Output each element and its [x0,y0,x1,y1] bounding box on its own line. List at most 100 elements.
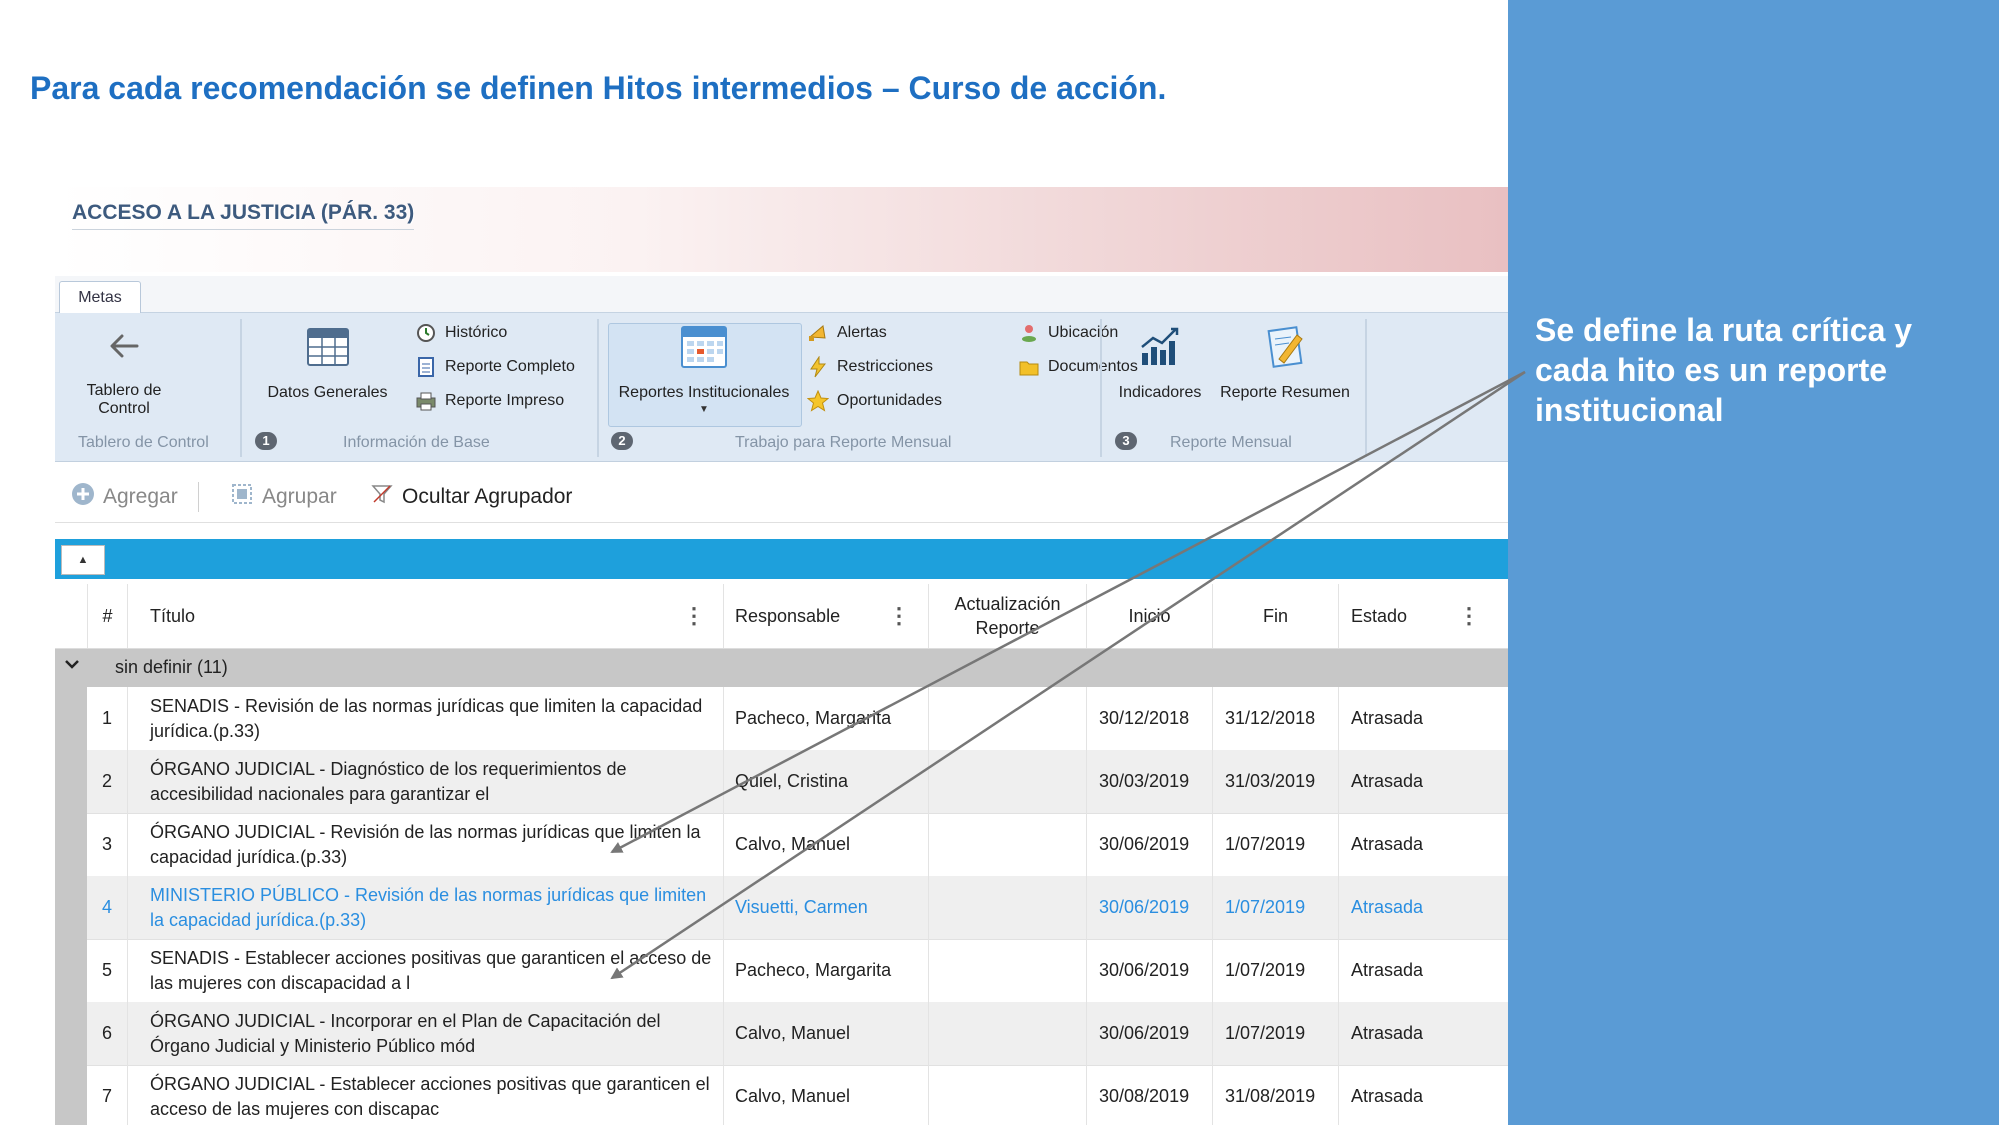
table-row[interactable]: 5 SENADIS - Establecer acciones positiva… [87,939,1508,1003]
column-header-num[interactable]: # [87,584,127,648]
arrow-left-icon [61,323,187,374]
row-title[interactable]: ÓRGANO JUDICIAL - Establecer acciones po… [127,1065,723,1125]
column-header-actualizacion-line2: Reporte [975,618,1040,638]
column-header-titulo[interactable]: Título ⋮ [127,584,723,648]
reporte-completo-button[interactable]: Reporte Completo [415,356,575,378]
ocultar-agrupador-label: Ocultar Agrupador [402,485,573,508]
row-fin: 31/12/2018 [1212,687,1338,750]
bar-chart-icon [1110,323,1210,376]
row-number: 4 [101,897,112,917]
row-number: 5 [101,960,112,980]
lightning-icon [807,355,829,378]
row-inicio: 30/12/2018 [1086,687,1212,750]
row-estado: Atrasada [1338,813,1498,876]
reporte-resumen-button[interactable]: Reporte Resumen [1212,323,1358,402]
row-number: 2 [101,771,112,791]
table-row[interactable]: 1 SENADIS - Revisión de las normas juríd… [87,687,1508,751]
column-header-titulo-label: Título [150,605,196,626]
column-header-responsable-label: Responsable [735,605,841,626]
page-title: ACCESO A LA JUSTICIA (PÁR. 33) [72,201,415,230]
row-inicio: 30/03/2019 [1086,750,1212,813]
row-inicio: 30/06/2019 [1086,813,1212,876]
column-header-estado[interactable]: Estado ⋮ [1338,584,1498,648]
indicadores-button[interactable]: Indicadores [1110,323,1210,402]
row-title[interactable]: ÓRGANO JUDICIAL - Revisión de las normas… [127,813,723,876]
column-menu-icon[interactable]: ⋮ [683,603,705,629]
reportes-institucionales-button[interactable]: Reportes Institucionales ▼ [608,323,800,415]
row-inicio: 30/06/2019 [1086,876,1212,939]
row-fin: 31/08/2019 [1212,1065,1338,1125]
column-header-actualizacion[interactable]: Actualización Reporte [928,584,1086,648]
chevron-down-icon[interactable] [63,655,81,678]
group-row-label: sin definir (11) [115,657,228,677]
row-responsable: Calvo, Manuel [723,1065,928,1125]
row-actualizacion [928,687,1086,750]
row-responsable: Visuetti, Carmen [723,876,928,939]
row-fin: 31/03/2019 [1212,750,1338,813]
reporte-impreso-button[interactable]: Reporte Impreso [415,390,564,412]
oportunidades-button[interactable]: Oportunidades [806,389,942,412]
ubicacion-button[interactable]: Ubicación [1018,322,1118,344]
row-title[interactable]: ÓRGANO JUDICIAL - Diagnóstico de los req… [127,750,723,813]
table-row[interactable]: 3 ÓRGANO JUDICIAL - Revisión de las norm… [87,813,1508,877]
row-estado: Atrasada [1338,939,1498,1002]
row-responsable: Calvo, Manuel [723,813,928,876]
reportes-institucionales-label: Reportes Institucionales [618,384,790,401]
agrupar-label: Agrupar [262,485,337,508]
agrupar-button[interactable]: Agrupar [230,482,337,512]
column-header-responsable[interactable]: Responsable ⋮ [723,584,928,648]
table-row[interactable]: 2 ÓRGANO JUDICIAL - Diagnóstico de los r… [87,750,1508,814]
star-icon [806,389,830,412]
column-header-fin[interactable]: Fin [1212,584,1338,648]
row-title[interactable]: ÓRGANO JUDICIAL - Incorporar en el Plan … [127,1002,723,1065]
reporte-completo-label: Reporte Completo [445,358,575,375]
row-inicio: 30/06/2019 [1086,939,1212,1002]
column-header-inicio[interactable]: Inicio [1086,584,1212,648]
table-grid-icon [260,323,395,376]
row-title[interactable]: SENADIS - Revisión de las normas jurídic… [127,687,723,750]
column-menu-icon[interactable]: ⋮ [888,603,910,629]
dropdown-caret-icon: ▼ [699,404,709,415]
ocultar-agrupador-button[interactable]: Ocultar Agrupador [370,482,572,512]
datos-generales-button[interactable]: Datos Generales [260,323,395,402]
row-responsable: Pacheco, Margarita [723,687,928,750]
tab-metas[interactable]: Metas [59,281,141,313]
row-actualizacion [928,939,1086,1002]
caret-up-icon[interactable]: ▲ [61,545,105,575]
slide-title: Para cada recomendación se definen Hitos… [30,70,1167,106]
alertas-label: Alertas [837,324,887,341]
historico-button[interactable]: Histórico [415,322,507,344]
row-actualizacion [928,876,1086,939]
ribbon: Tablero de Control Tablero de Control Da… [55,313,1508,462]
app-header: ACCESO A LA JUSTICIA (PÁR. 33) [55,187,1508,272]
group-icon [230,482,254,512]
row-actualizacion [928,1065,1086,1125]
app-window: ACCESO A LA JUSTICIA (PÁR. 33) Metas Tab… [55,187,1508,1125]
table-row[interactable]: 6 ÓRGANO JUDICIAL - Incorporar en el Pla… [87,1002,1508,1066]
agregar-button[interactable]: Agregar [71,482,178,512]
group-badge-3: 3 [1115,432,1137,450]
row-title[interactable]: MINISTERIO PÚBLICO - Revisión de las nor… [127,876,723,939]
tablero-de-control-label: Tablero de Control [86,382,162,417]
group-row[interactable]: sin definir (11) [55,649,1508,687]
row-estado: Atrasada [1338,1002,1498,1065]
group-label-tablero: Tablero de Control [78,434,209,451]
row-responsable: Calvo, Manuel [723,1002,928,1065]
group-badge-1: 1 [255,432,277,450]
table-header: # Título ⋮ Responsable ⋮ Actualización R… [55,584,1508,649]
table-row-selected[interactable]: 4 MINISTERIO PÚBLICO - Revisión de las n… [87,876,1508,940]
ribbon-divider [597,319,599,457]
row-estado: Atrasada [1338,750,1498,813]
restricciones-button[interactable]: Restricciones [807,355,933,378]
column-menu-icon[interactable]: ⋮ [1458,603,1480,629]
row-title[interactable]: SENADIS - Establecer acciones positivas … [127,939,723,1002]
table-row[interactable]: 7 ÓRGANO JUDICIAL - Establecer acciones … [87,1065,1508,1125]
row-actualizacion [928,813,1086,876]
ribbon-divider [240,319,242,457]
row-fin: 1/07/2019 [1212,876,1338,939]
historico-label: Histórico [445,324,508,341]
tablero-de-control-button[interactable]: Tablero de Control [61,323,187,418]
ribbon-tabs: Metas [55,276,1508,313]
row-inicio: 30/06/2019 [1086,1002,1212,1065]
alertas-button[interactable]: Alertas [807,322,887,344]
